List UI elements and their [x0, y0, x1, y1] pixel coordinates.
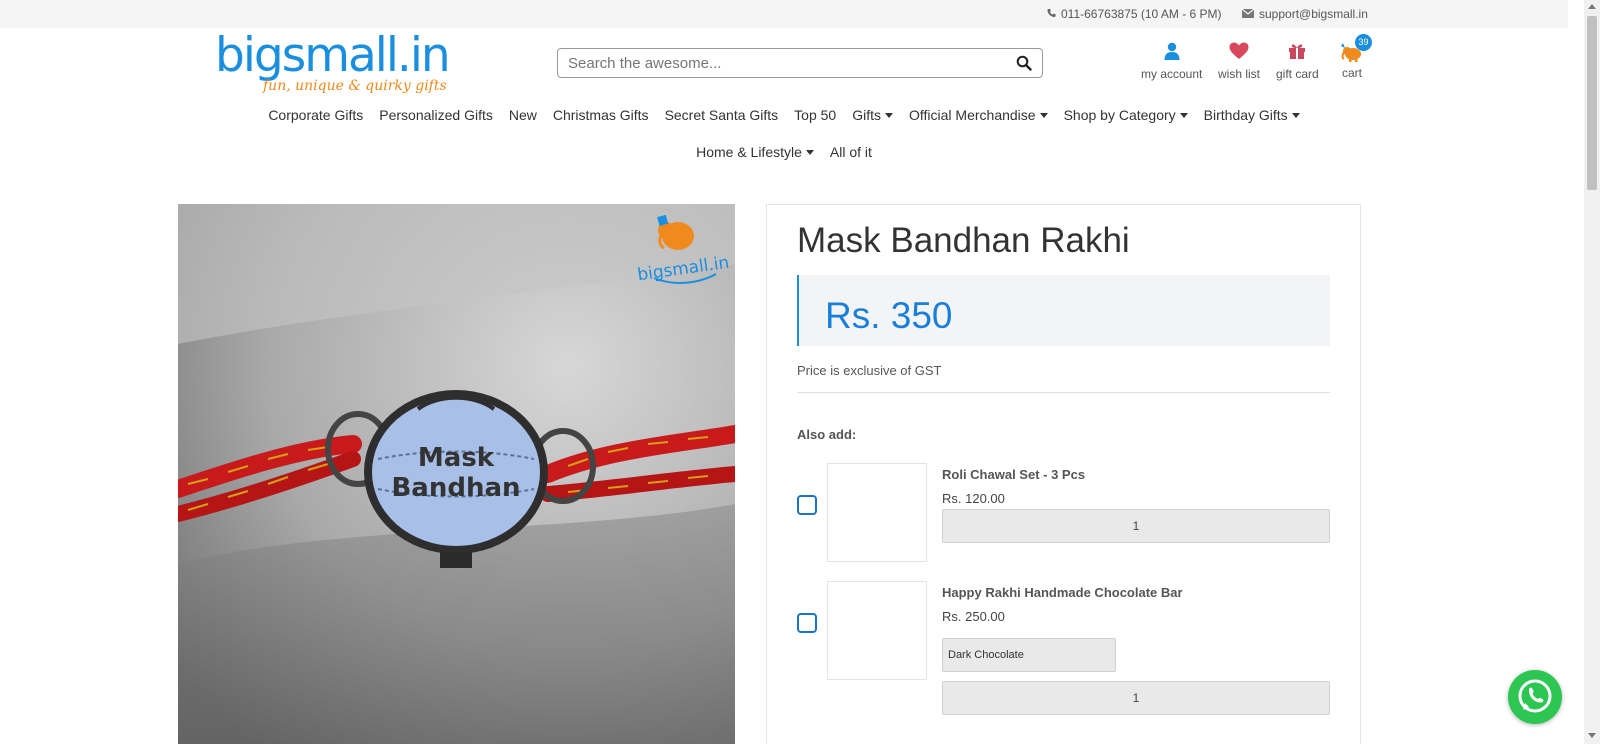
also-add-heading: Also add: [797, 427, 857, 442]
wish-list-link[interactable]: wish list [1218, 42, 1260, 81]
caret-down-icon [1179, 112, 1188, 118]
top-contact-bar: 011-66763875 (10 AM - 6 PM) support@bigs… [0, 0, 1568, 28]
scroll-down-arrow-icon[interactable] [1588, 733, 1596, 738]
main-nav-row-2: Home & Lifestyle All of it [0, 144, 1568, 160]
nav-all-of-it[interactable]: All of it [822, 144, 880, 160]
wish-list-label: wish list [1218, 67, 1261, 81]
user-icon [1164, 42, 1180, 63]
nav-home-lifestyle-dropdown[interactable]: Home & Lifestyle [688, 144, 822, 160]
addon-variant-select[interactable]: Dark Chocolate [942, 638, 1116, 672]
scroll-up-arrow-icon[interactable] [1588, 4, 1596, 9]
nav-christmas-gifts[interactable]: Christmas Gifts [545, 107, 657, 123]
addon-item: Happy Rakhi Handmade Chocolate Bar Rs. 2… [797, 581, 1330, 721]
scrollbar-thumb[interactable] [1587, 16, 1597, 190]
search-icon[interactable] [1016, 55, 1032, 76]
gift-card-label: gift card [1276, 67, 1319, 81]
phone-number: 011-66763875 (10 AM - 6 PM) [1061, 7, 1222, 21]
search-box [557, 48, 1043, 78]
whatsapp-chat-button[interactable] [1508, 670, 1562, 724]
email-contact[interactable]: support@bigsmall.in [1241, 7, 1368, 21]
product-title: Mask Bandhan Rakhi [797, 221, 1130, 260]
nav-new[interactable]: New [501, 107, 545, 123]
nav-birthday-gifts-dropdown[interactable]: Birthday Gifts [1196, 107, 1308, 123]
phone-icon [1047, 7, 1056, 21]
cart-count-badge: 39 [1355, 34, 1372, 51]
nav-secret-santa-gifts[interactable]: Secret Santa Gifts [657, 107, 787, 123]
price-box: Rs. 350 [797, 275, 1330, 346]
nav-personalized-gifts[interactable]: Personalized Gifts [371, 107, 501, 123]
product-image[interactable]: Mask Bandhan bigsmall.in [178, 204, 735, 744]
addon-thumbnail[interactable] [827, 581, 927, 680]
nav-gifts-dropdown[interactable]: Gifts [844, 107, 901, 123]
addon-checkbox[interactable] [797, 613, 817, 633]
rakhi-photo: Mask Bandhan bigsmall.in [178, 204, 735, 744]
addon-quantity-input[interactable]: 1 [942, 509, 1330, 543]
addon-price: Rs. 250.00 [942, 609, 1005, 624]
email-address: support@bigsmall.in [1259, 7, 1368, 21]
addon-thumbnail[interactable] [827, 463, 927, 562]
main-nav-row-1: Corporate Gifts Personalized Gifts New C… [0, 107, 1568, 123]
cart-link[interactable]: 39 cart [1339, 34, 1372, 80]
rakhi-text-line-2: Bandhan [391, 473, 520, 503]
phone-contact[interactable]: 011-66763875 (10 AM - 6 PM) [1047, 7, 1222, 21]
product-info-panel: Mask Bandhan Rakhi Rs. 350 Price is excl… [766, 204, 1361, 744]
caret-down-icon [1039, 112, 1048, 118]
gift-card-link[interactable]: gift card [1276, 42, 1319, 81]
my-account-label: my account [1141, 67, 1203, 81]
product-price: Rs. 350 [825, 295, 953, 336]
caret-down-icon [885, 112, 893, 118]
nav-official-merchandise-dropdown[interactable]: Official Merchandise [901, 107, 1056, 123]
addon-checkbox[interactable] [797, 495, 817, 515]
logo-wordmark: bigsmall.in [215, 28, 451, 83]
gift-icon [1288, 42, 1306, 63]
page-scrollbar[interactable] [1584, 0, 1600, 744]
envelope-icon [1241, 7, 1255, 21]
addon-name[interactable]: Roli Chawal Set - 3 Pcs [942, 467, 1085, 482]
search-input[interactable] [558, 49, 998, 77]
divider [797, 392, 1330, 393]
my-account-link[interactable]: my account [1141, 42, 1202, 81]
addon-name[interactable]: Happy Rakhi Handmade Chocolate Bar [942, 585, 1183, 600]
nav-corporate-gifts[interactable]: Corporate Gifts [260, 107, 371, 123]
nav-shop-by-category-dropdown[interactable]: Shop by Category [1056, 107, 1196, 123]
addon-price: Rs. 120.00 [942, 491, 1005, 506]
cart-elephant-icon: 39 [1339, 34, 1372, 62]
rakhi-text-line-1: Mask [418, 443, 495, 473]
caret-down-icon [805, 149, 814, 155]
logo-tagline: fun, unique & quirky gifts [263, 78, 447, 94]
caret-down-icon [1291, 112, 1300, 118]
whatsapp-icon [1518, 679, 1552, 713]
site-logo[interactable]: bigsmall.in fun, unique & quirky gifts [215, 28, 455, 95]
site-header: bigsmall.in fun, unique & quirky gifts m… [0, 28, 1568, 188]
addon-item: Roli Chawal Set - 3 Pcs Rs. 120.00 1 [797, 463, 1330, 563]
gst-note: Price is exclusive of GST [797, 363, 942, 378]
heart-icon [1229, 42, 1249, 63]
nav-top-50[interactable]: Top 50 [786, 107, 844, 123]
addon-quantity-input[interactable]: 1 [942, 681, 1330, 715]
cart-label: cart [1341, 66, 1362, 80]
